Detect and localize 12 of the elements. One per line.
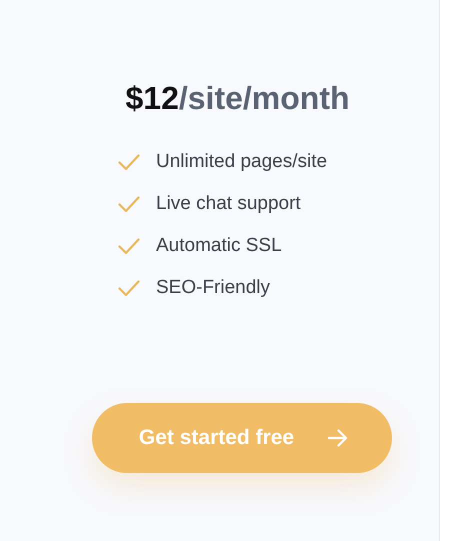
feature-text: Automatic SSL <box>156 235 282 257</box>
feature-text: Unlimited pages/site <box>156 151 328 173</box>
arrow-right-icon <box>328 429 348 447</box>
check-icon <box>118 238 140 254</box>
check-icon <box>118 280 140 296</box>
feature-text: Live chat support <box>156 193 301 215</box>
check-icon <box>118 196 140 212</box>
price-amount: $12 <box>125 80 179 116</box>
price-unit: /site/month <box>178 80 350 116</box>
get-started-button[interactable]: Get started free <box>92 403 392 473</box>
feature-text: SEO-Friendly <box>156 277 270 299</box>
check-icon <box>118 154 140 170</box>
